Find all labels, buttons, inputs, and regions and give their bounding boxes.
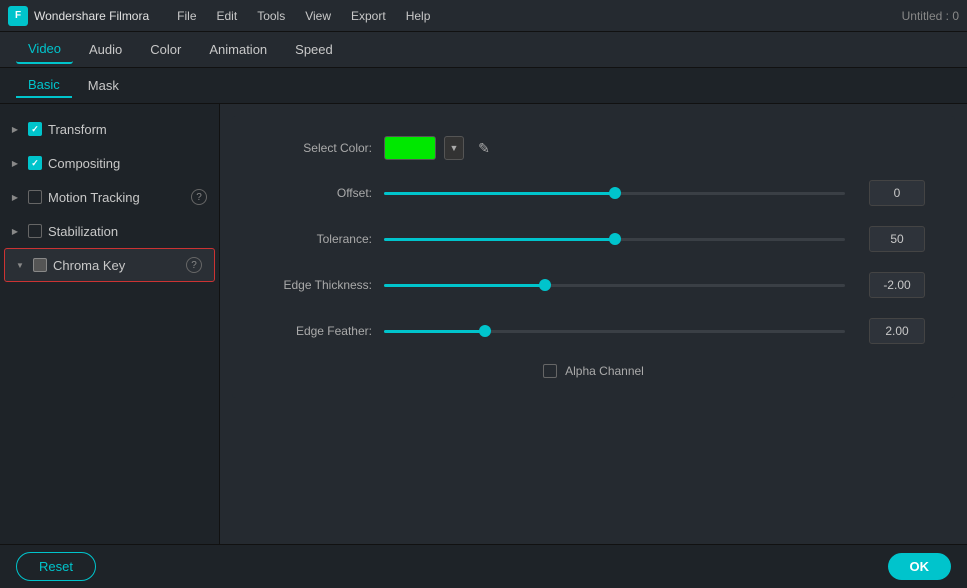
label-stabilization: Stabilization <box>48 224 207 239</box>
slider-edge-feather[interactable] <box>384 330 845 333</box>
section-compositing[interactable]: Compositing <box>0 146 219 180</box>
section-transform[interactable]: Transform <box>0 112 219 146</box>
help-icon-motion-tracking[interactable]: ? <box>191 189 207 205</box>
menu-bar: File Edit Tools View Export Help <box>169 5 901 27</box>
title-bar: F Wondershare Filmora File Edit Tools Vi… <box>0 0 967 32</box>
row-edge-feather: Edge Feather: 2.00 <box>262 318 925 344</box>
slider-thumb-edge-thickness[interactable] <box>539 279 551 291</box>
label-select-color: Select Color: <box>262 141 372 155</box>
slider-thumb-edge-feather[interactable] <box>479 325 491 337</box>
slider-track-tolerance <box>384 238 845 241</box>
row-tolerance: Tolerance: 50 <box>262 226 925 252</box>
color-select-wrapper: ▼ ✎ <box>384 136 496 160</box>
slider-tolerance[interactable] <box>384 238 845 241</box>
expand-icon-transform <box>8 122 22 136</box>
checkbox-motion-tracking[interactable] <box>28 190 42 204</box>
slider-fill-edge-feather <box>384 330 485 333</box>
slider-fill-tolerance <box>384 238 615 241</box>
checkbox-alpha-channel[interactable] <box>543 364 557 378</box>
checkbox-stabilization[interactable] <box>28 224 42 238</box>
expand-icon-compositing <box>8 156 22 170</box>
label-edge-feather: Edge Feather: <box>262 324 372 338</box>
row-select-color: Select Color: ▼ ✎ <box>262 136 925 160</box>
row-edge-thickness: Edge Thickness: -2.00 <box>262 272 925 298</box>
label-tolerance: Tolerance: <box>262 232 372 246</box>
checkbox-chroma-key[interactable] <box>33 258 47 272</box>
expand-icon-stabilization <box>8 224 22 238</box>
chroma-key-settings: Select Color: ▼ ✎ Offset: 0 <box>232 116 955 398</box>
tab-audio[interactable]: Audio <box>77 36 134 63</box>
label-chroma-key: Chroma Key <box>53 258 180 273</box>
expand-icon-chroma-key <box>13 258 27 272</box>
checkbox-transform[interactable] <box>28 122 42 136</box>
menu-export[interactable]: Export <box>343 5 394 27</box>
slider-track-edge-feather <box>384 330 845 333</box>
subtab-basic[interactable]: Basic <box>16 73 72 98</box>
label-edge-thickness: Edge Thickness: <box>262 278 372 292</box>
eyedropper-btn[interactable]: ✎ <box>472 136 496 160</box>
label-motion-tracking: Motion Tracking <box>48 190 185 205</box>
tab-animation[interactable]: Animation <box>197 36 279 63</box>
value-offset[interactable]: 0 <box>869 180 925 206</box>
subtab-mask[interactable]: Mask <box>76 74 131 97</box>
slider-track-offset <box>384 192 845 195</box>
help-icon-chroma-key[interactable]: ? <box>186 257 202 273</box>
row-offset: Offset: 0 <box>262 180 925 206</box>
section-chroma-key[interactable]: Chroma Key ? <box>4 248 215 282</box>
slider-thumb-offset[interactable] <box>609 187 621 199</box>
slider-fill-offset <box>384 192 615 195</box>
checkbox-compositing[interactable] <box>28 156 42 170</box>
slider-track-edge-thickness <box>384 284 845 287</box>
section-stabilization[interactable]: Stabilization <box>0 214 219 248</box>
tab-speed[interactable]: Speed <box>283 36 345 63</box>
reset-button[interactable]: Reset <box>16 552 96 581</box>
color-swatch[interactable] <box>384 136 436 160</box>
tab-bar: Video Audio Color Animation Speed <box>0 32 967 68</box>
sidebar: Transform Compositing Motion Tracking ? … <box>0 104 220 544</box>
tab-video[interactable]: Video <box>16 35 73 64</box>
main-panel: Transform Compositing Motion Tracking ? … <box>0 104 967 544</box>
label-compositing: Compositing <box>48 156 207 171</box>
menu-tools[interactable]: Tools <box>249 5 293 27</box>
expand-icon-motion-tracking <box>8 190 22 204</box>
ok-button[interactable]: OK <box>888 553 952 580</box>
label-alpha-channel: Alpha Channel <box>565 364 644 378</box>
value-edge-thickness[interactable]: -2.00 <box>869 272 925 298</box>
window-title: Untitled : 0 <box>902 9 959 23</box>
row-alpha-channel: Alpha Channel <box>262 364 925 378</box>
sub-tab-bar: Basic Mask <box>0 68 967 104</box>
menu-view[interactable]: View <box>297 5 339 27</box>
tab-color[interactable]: Color <box>138 36 193 63</box>
slider-fill-edge-thickness <box>384 284 545 287</box>
menu-file[interactable]: File <box>169 5 204 27</box>
content-area: Select Color: ▼ ✎ Offset: 0 <box>220 104 967 544</box>
label-transform: Transform <box>48 122 207 137</box>
color-dropdown-btn[interactable]: ▼ <box>444 136 464 160</box>
label-offset: Offset: <box>262 186 372 200</box>
value-edge-feather[interactable]: 2.00 <box>869 318 925 344</box>
menu-edit[interactable]: Edit <box>209 5 246 27</box>
bottom-bar: Reset OK <box>0 544 967 588</box>
section-motion-tracking[interactable]: Motion Tracking ? <box>0 180 219 214</box>
slider-thumb-tolerance[interactable] <box>609 233 621 245</box>
menu-help[interactable]: Help <box>398 5 439 27</box>
app-name: Wondershare Filmora <box>34 9 149 23</box>
slider-offset[interactable] <box>384 192 845 195</box>
app-logo: F <box>8 6 28 26</box>
slider-edge-thickness[interactable] <box>384 284 845 287</box>
value-tolerance[interactable]: 50 <box>869 226 925 252</box>
